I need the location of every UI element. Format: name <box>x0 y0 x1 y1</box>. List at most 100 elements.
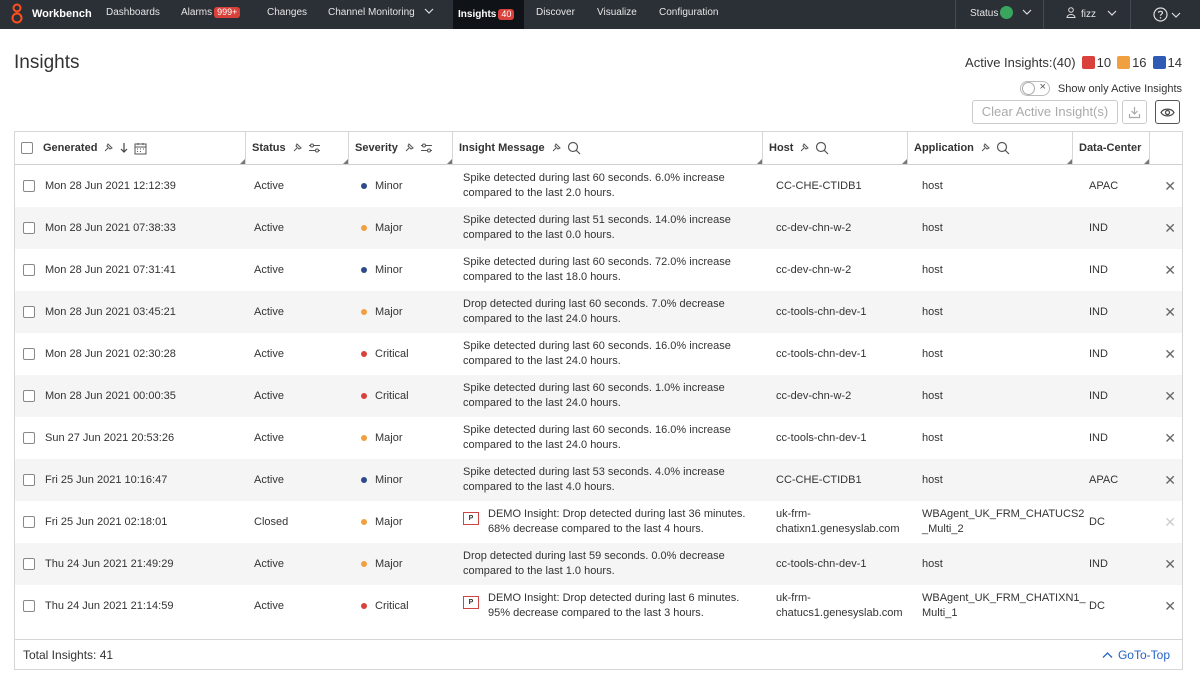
col-insight-message[interactable]: Insight Message <box>453 132 763 164</box>
filter-icon[interactable] <box>420 143 433 153</box>
nav-dashboards[interactable]: Dashboards <box>106 7 160 18</box>
table-row[interactable]: Fri 25 Jun 2021 02:18:01 Closed Major P DEMO… <box>15 501 1182 543</box>
data-center-cell: APAC <box>1089 180 1119 192</box>
export-button[interactable] <box>1122 100 1147 124</box>
dismiss-insight-icon[interactable]: ✕ <box>1164 263 1176 277</box>
row-checkbox[interactable] <box>23 264 35 276</box>
nav-discover[interactable]: Discover <box>536 7 575 18</box>
genesys-logo-icon[interactable] <box>8 3 26 25</box>
column-resize-handle[interactable] <box>447 159 452 164</box>
table-row[interactable]: Thu 24 Jun 2021 21:14:59 Active Critical P D… <box>15 585 1182 627</box>
pin-icon[interactable] <box>798 142 810 154</box>
column-resize-handle[interactable] <box>1144 159 1149 164</box>
insight-message-cell[interactable]: Drop detected during last 59 seconds. 0.… <box>463 543 763 585</box>
dismiss-insight-icon[interactable]: ✕ <box>1164 599 1176 613</box>
table-row[interactable]: Mon 28 Jun 2021 12:12:39 Active Minor Spike… <box>15 165 1182 207</box>
row-checkbox[interactable] <box>23 348 35 360</box>
insight-message-cell[interactable]: Spike detected during last 53 seconds. 4… <box>463 459 763 501</box>
row-checkbox[interactable] <box>23 432 35 444</box>
dismiss-insight-icon[interactable]: ✕ <box>1164 179 1176 193</box>
user-menu[interactable]: fizz <box>1066 7 1117 20</box>
chevron-down-icon[interactable] <box>1171 11 1181 19</box>
pin-icon[interactable] <box>291 142 303 154</box>
insight-message-cell[interactable]: Spike detected during last 51 seconds. 1… <box>463 207 763 249</box>
insight-message-cell[interactable]: Spike detected during last 60 seconds. 6… <box>463 165 763 207</box>
table-row[interactable]: Fri 25 Jun 2021 10:16:47 Active Minor Spike… <box>15 459 1182 501</box>
dismiss-insight-icon[interactable]: ✕ <box>1164 557 1176 571</box>
nav-insights[interactable]: Insights 40 <box>453 0 525 29</box>
table-row[interactable]: Mon 28 Jun 2021 00:00:35 Active Critical Sp… <box>15 375 1182 417</box>
nav-configuration[interactable]: Configuration <box>659 7 718 18</box>
message-line-2: compared to the last 2.0 hours. <box>463 187 615 199</box>
table-row[interactable]: Sun 27 Jun 2021 20:53:26 Active Major Spike… <box>15 417 1182 459</box>
insight-message-cell[interactable]: Spike detected during last 60 seconds. 7… <box>463 249 763 291</box>
insight-message-cell[interactable]: Spike detected during last 60 seconds. 1… <box>463 333 763 375</box>
row-checkbox[interactable] <box>23 306 35 318</box>
dismiss-insight-icon[interactable]: ✕ <box>1164 305 1176 319</box>
col-data-center[interactable]: Data-Center <box>1073 132 1150 164</box>
table-row[interactable]: Mon 28 Jun 2021 07:31:41 Active Minor Spike… <box>15 249 1182 291</box>
view-toggle-button[interactable] <box>1155 100 1180 124</box>
nav-alarms[interactable]: Alarms 999+ <box>181 7 241 18</box>
dismiss-insight-icon[interactable]: ✕ <box>1164 389 1176 403</box>
calendar-icon[interactable] <box>134 142 147 155</box>
nav-visualize[interactable]: Visualize <box>597 7 637 18</box>
dismiss-insight-icon[interactable]: ✕ <box>1164 473 1176 487</box>
table-row[interactable]: Mon 28 Jun 2021 03:45:21 Active Major Drop … <box>15 291 1182 333</box>
row-checkbox[interactable] <box>23 516 35 528</box>
app-brand[interactable]: Workbench <box>32 8 92 20</box>
dismiss-insight-icon[interactable]: ✕ <box>1164 431 1176 445</box>
col-severity[interactable]: Severity <box>349 132 453 164</box>
pin-icon[interactable] <box>550 142 562 154</box>
select-all-checkbox[interactable] <box>21 142 33 154</box>
col-host[interactable]: Host <box>763 132 908 164</box>
search-icon[interactable] <box>567 141 581 155</box>
sort-descending-icon[interactable] <box>119 142 129 154</box>
row-checkbox[interactable] <box>23 222 35 234</box>
col-status[interactable]: Status <box>246 132 349 164</box>
table-row[interactable]: Thu 24 Jun 2021 21:49:29 Active Major Drop … <box>15 543 1182 585</box>
column-resize-handle[interactable] <box>240 159 245 164</box>
search-icon[interactable] <box>815 141 829 155</box>
column-resize-handle[interactable] <box>757 159 762 164</box>
insight-message-cell[interactable]: P DEMO Insight: Drop detected during last… <box>463 501 763 543</box>
row-checkbox[interactable] <box>23 558 35 570</box>
severity-dot <box>361 603 367 609</box>
col-generated[interactable]: Generated <box>15 132 246 164</box>
pin-icon[interactable] <box>102 142 114 154</box>
column-resize-handle[interactable] <box>902 159 907 164</box>
insight-message-cell[interactable]: Spike detected during last 60 seconds. 1… <box>463 375 763 417</box>
status-cell: Active <box>254 348 284 360</box>
severity-dot <box>361 267 367 273</box>
dismiss-insight-icon[interactable]: ✕ <box>1164 347 1176 361</box>
critical-count: 10 <box>1096 55 1112 70</box>
insight-message-cell[interactable]: Spike detected during last 60 seconds. 1… <box>463 417 763 459</box>
column-resize-handle[interactable] <box>1067 159 1072 164</box>
help-icon[interactable] <box>1153 7 1168 22</box>
nav-channel-monitoring[interactable]: Channel Monitoring <box>328 7 434 18</box>
pin-icon[interactable] <box>979 142 991 154</box>
column-resize-handle[interactable] <box>343 159 348 164</box>
goto-top-link[interactable]: GoTo-Top <box>1102 648 1170 662</box>
row-checkbox[interactable] <box>23 180 35 192</box>
search-icon[interactable] <box>996 141 1010 155</box>
dismiss-insight-icon[interactable]: ✕ <box>1164 221 1176 235</box>
row-checkbox[interactable] <box>23 600 35 612</box>
application-line-1: host <box>922 179 943 192</box>
status-menu[interactable]: Status <box>970 6 1032 20</box>
row-checkbox[interactable] <box>23 390 35 402</box>
filter-icon[interactable] <box>308 143 321 153</box>
pin-icon[interactable] <box>403 142 415 154</box>
table-row[interactable]: Mon 28 Jun 2021 02:30:28 Active Critical Sp… <box>15 333 1182 375</box>
dismiss-insight-icon[interactable]: ✕ <box>1164 515 1176 529</box>
active-only-toggle[interactable]: × <box>1019 81 1050 96</box>
insight-message-cell[interactable]: P DEMO Insight: Drop detected during last… <box>463 585 763 627</box>
severity-label: Major <box>375 222 403 234</box>
row-checkbox[interactable] <box>23 474 35 486</box>
table-row[interactable]: Mon 28 Jun 2021 07:38:33 Active Major Spike… <box>15 207 1182 249</box>
clear-active-insights-button[interactable]: Clear Active Insight(s) <box>972 100 1118 124</box>
col-application[interactable]: Application <box>908 132 1073 164</box>
nav-changes[interactable]: Changes <box>267 7 307 18</box>
active-insights-summary: Active Insights:(40) 10 16 14 <box>965 55 1182 70</box>
insight-message-cell[interactable]: Drop detected during last 60 seconds. 7.… <box>463 291 763 333</box>
